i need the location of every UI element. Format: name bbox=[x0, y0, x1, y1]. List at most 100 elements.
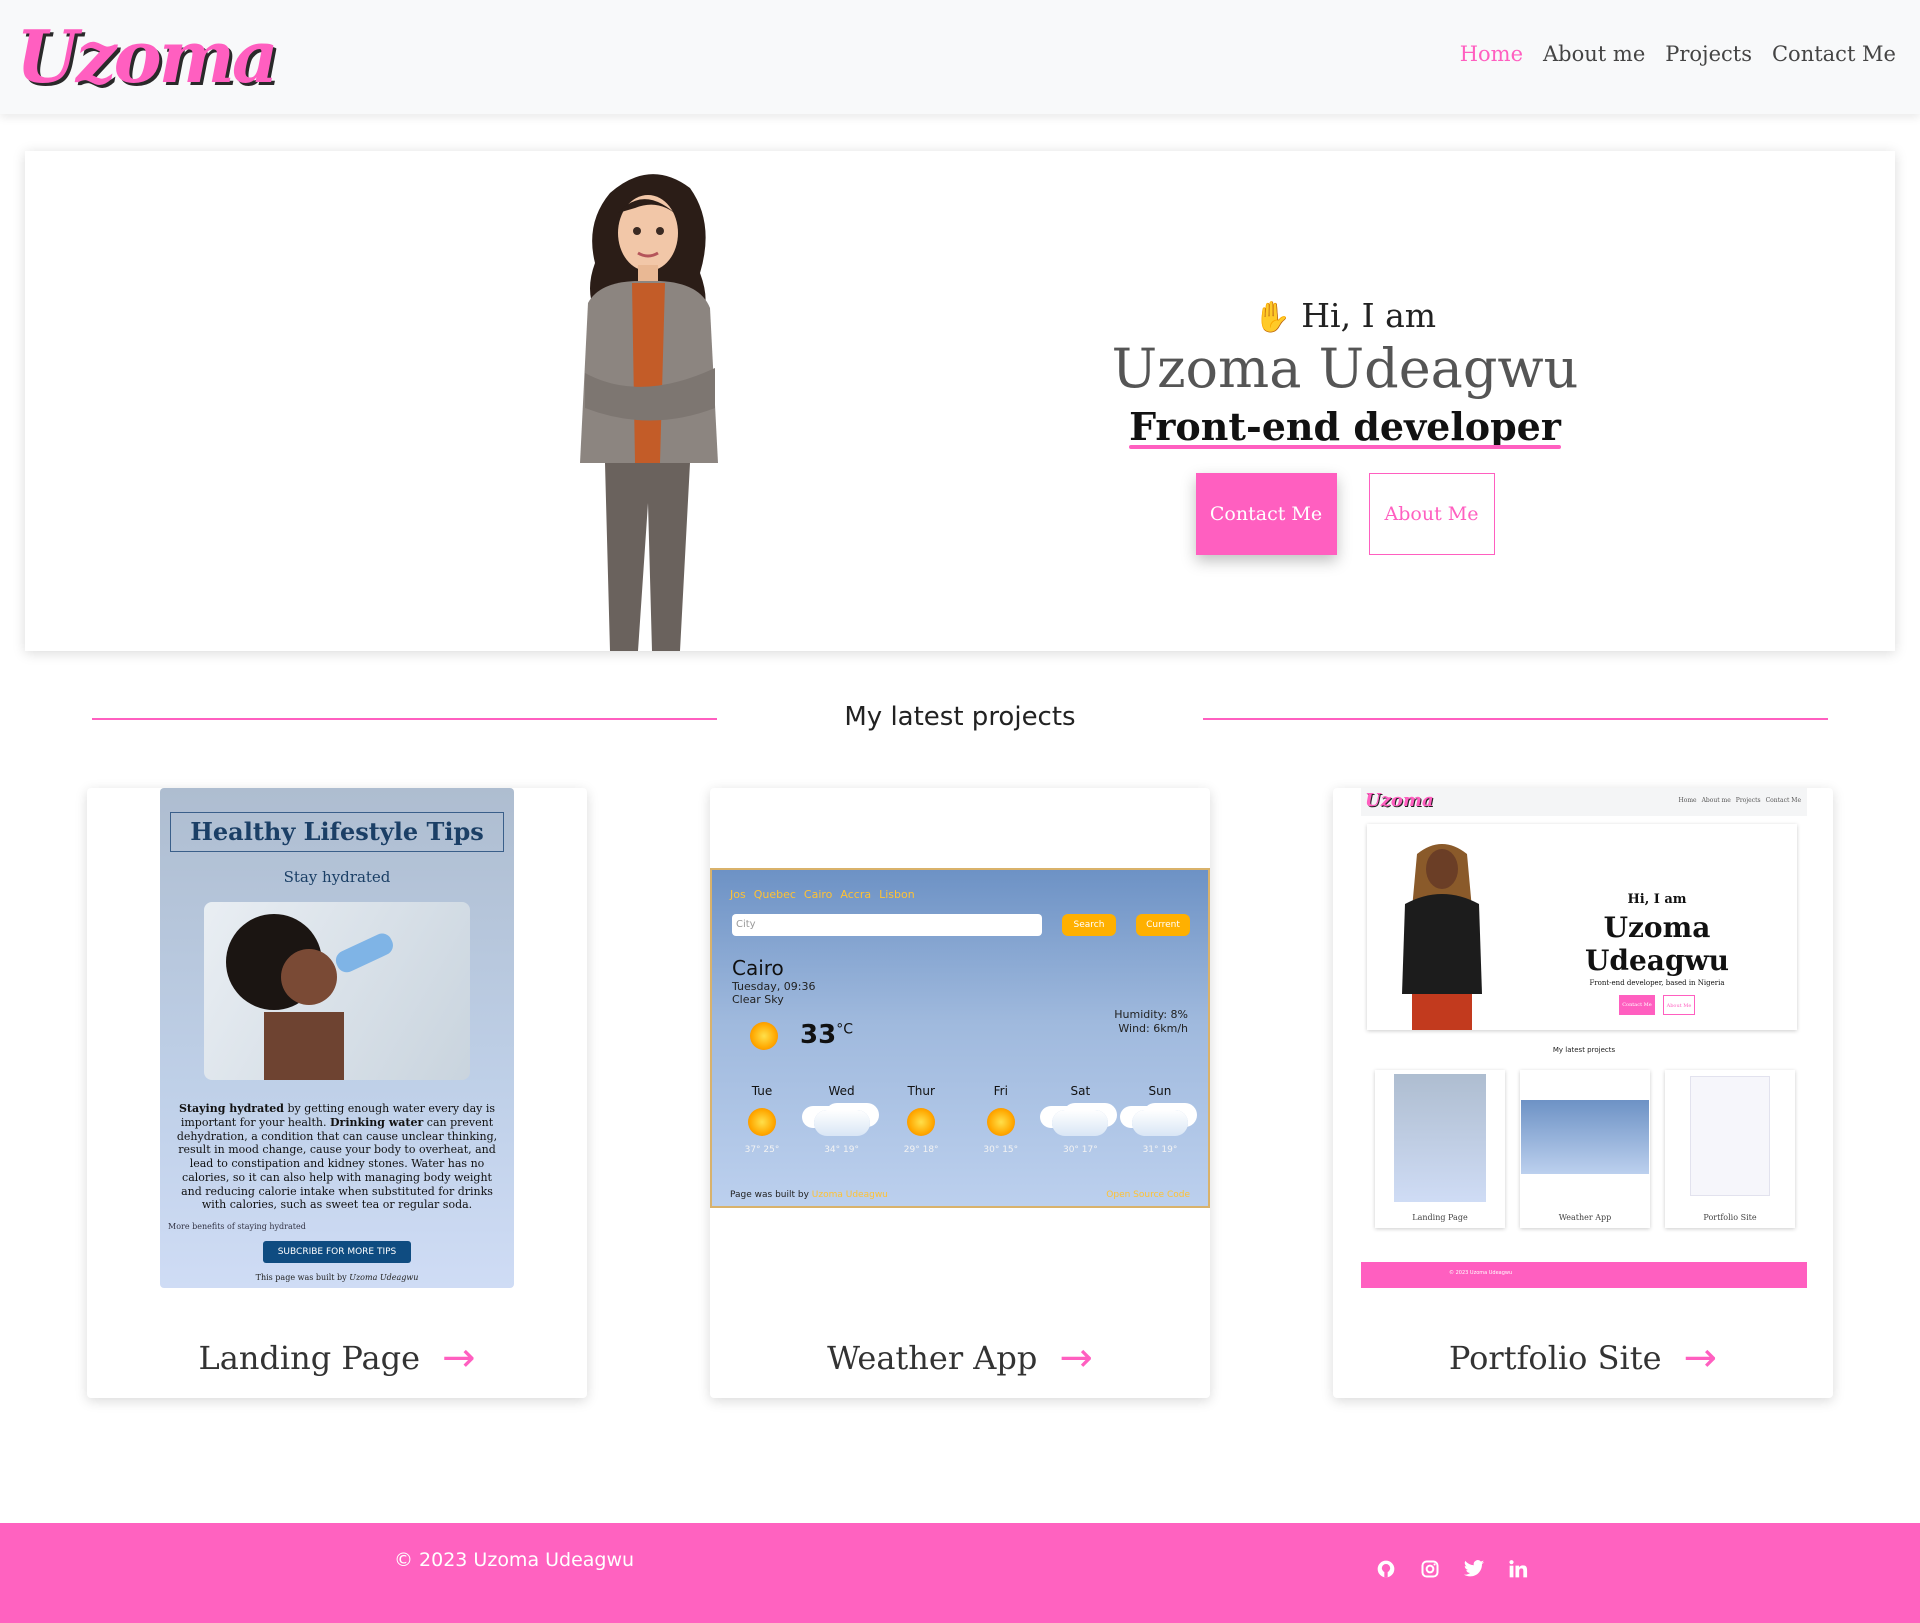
navbar: Uzoma Home About me Projects Contact Me bbox=[0, 0, 1920, 114]
site-footer: © 2023 Uzoma Udeagwu bbox=[0, 1523, 1920, 1623]
github-icon[interactable] bbox=[1374, 1557, 1398, 1581]
logo[interactable]: Uzoma bbox=[16, 14, 279, 99]
forecast-day-label: Sat bbox=[1070, 1084, 1091, 1098]
sun-icon bbox=[750, 1022, 778, 1050]
twitter-icon[interactable] bbox=[1462, 1557, 1486, 1581]
preview-mini-card-label: Portfolio Site bbox=[1703, 1213, 1757, 1222]
forecast-day: Wed 34° 19° bbox=[806, 1084, 878, 1155]
forecast-range: 29° 18° bbox=[903, 1145, 939, 1155]
temperature-unit: °C bbox=[836, 1021, 853, 1038]
about-me-button[interactable]: About Me bbox=[1368, 473, 1495, 555]
preview-person-photo bbox=[1387, 834, 1497, 1030]
preview-body-lead: Staying hydrated bbox=[178, 1102, 284, 1115]
nav-projects[interactable]: Projects bbox=[1665, 42, 1752, 66]
social-links bbox=[1374, 1557, 1530, 1581]
open-source-link: Open Source Code bbox=[1106, 1190, 1190, 1200]
hero-name: Uzoma Udeagwu bbox=[1111, 337, 1579, 400]
linkedin-icon[interactable] bbox=[1506, 1557, 1530, 1581]
forecast-day: Fri 30° 15° bbox=[965, 1084, 1037, 1155]
city-links: Jos Quebec Cairo Accra Lisbon bbox=[730, 888, 915, 901]
weather-date: Tuesday, 09:36 Clear Sky bbox=[732, 980, 815, 1006]
footer-copyright: © 2023 Uzoma Udeagwu bbox=[394, 1549, 635, 1571]
project-card-portfolio-site[interactable]: Uzoma Home About me Projects Contact Me … bbox=[1333, 788, 1833, 1398]
weather-footer-author: Uzoma Udeagwu bbox=[811, 1190, 888, 1200]
greeting-text: Hi, I am bbox=[1301, 296, 1437, 335]
wind: Wind: 6km/h bbox=[1118, 1022, 1188, 1036]
arrow-right-icon[interactable]: → bbox=[1684, 1338, 1718, 1378]
forecast-day: Thur 29° 18° bbox=[885, 1084, 957, 1155]
nav-about-me[interactable]: About me bbox=[1543, 42, 1645, 66]
card-title: Landing Page → bbox=[87, 1338, 587, 1378]
weather-date-text: Tuesday, 09:36 bbox=[732, 980, 816, 993]
hero-section: ✋ Hi, I am Uzoma Udeagwu Front-end develo… bbox=[25, 151, 1895, 651]
preview-body: Staying hydrated by getting enough water… bbox=[170, 1102, 504, 1212]
contact-me-button[interactable]: Contact Me bbox=[1195, 473, 1337, 555]
preview-title: Healthy Lifestyle Tips bbox=[170, 812, 504, 852]
main-nav: Home About me Projects Contact Me bbox=[1460, 42, 1896, 66]
cloud-icon bbox=[1131, 1110, 1188, 1136]
greeting: ✋ Hi, I am bbox=[1025, 296, 1665, 335]
preview-project-cards: Landing Page Weather App Portfolio Site bbox=[1375, 1070, 1795, 1228]
card-title-text: Portfolio Site bbox=[1448, 1339, 1662, 1377]
cloud-icon bbox=[813, 1110, 870, 1136]
sun-icon bbox=[907, 1108, 936, 1136]
project-card-landing-page[interactable]: Healthy Lifestyle Tips Stay hydrated Sta… bbox=[87, 788, 587, 1398]
preview-more-link: More benefits of staying hydrated bbox=[168, 1222, 306, 1231]
weather-city: Cairo bbox=[732, 956, 784, 980]
preview-footer: This page was built by Uzoma Udeagwu bbox=[160, 1273, 514, 1282]
preview-footer-author: Uzoma Udeagwu bbox=[349, 1273, 419, 1282]
preview-logo: Uzoma bbox=[1365, 790, 1434, 811]
forecast: Tue 37° 25° Wed 34° 19° Thur 29° 18° Fri 30°… bbox=[726, 1084, 1196, 1155]
preview-nav-links: Home About me Projects Contact Me bbox=[1678, 797, 1801, 804]
preview-mini-card: Landing Page bbox=[1375, 1070, 1505, 1228]
preview-hero-text: Hi, I am Uzoma Udeagwu Front-end develop… bbox=[1527, 892, 1787, 1015]
preview-hero: Hi, I am Uzoma Udeagwu Front-end develop… bbox=[1367, 824, 1797, 1030]
nav-contact-me[interactable]: Contact Me bbox=[1772, 42, 1896, 66]
preview-about-button: About Me bbox=[1663, 995, 1695, 1015]
card-title: Portfolio Site → bbox=[1333, 1338, 1833, 1378]
preview-navbar: Uzoma Home About me Projects Contact Me bbox=[1361, 788, 1807, 816]
hero-role: Front-end developer bbox=[1129, 404, 1561, 449]
preview-role: Front-end developer, based in Nigeria bbox=[1589, 979, 1725, 987]
forecast-day-label: Sun bbox=[1148, 1084, 1172, 1098]
preview-nav-item: Contact Me bbox=[1765, 797, 1801, 804]
preview-greeting: Hi, I am bbox=[1627, 892, 1687, 907]
arrow-right-icon[interactable]: → bbox=[442, 1338, 476, 1378]
instagram-icon[interactable] bbox=[1418, 1557, 1442, 1581]
city-link: Lisbon bbox=[879, 888, 915, 901]
avatar-illustration bbox=[540, 163, 760, 651]
cloud-icon bbox=[1052, 1110, 1109, 1136]
preview-footer-prefix: This page was built by bbox=[255, 1273, 347, 1282]
forecast-range: 37° 25° bbox=[744, 1145, 780, 1155]
forecast-day-label: Wed bbox=[828, 1084, 855, 1098]
temperature-value: 33 bbox=[800, 1020, 837, 1050]
section-divider-right bbox=[1203, 718, 1828, 720]
drinking-water-photo bbox=[204, 902, 470, 1080]
weather-temperature: 33°C bbox=[800, 1020, 853, 1050]
preview-body-lead2: Drinking water bbox=[330, 1115, 424, 1129]
preview-projects-title: My latest projects bbox=[1552, 1046, 1616, 1054]
section-title: My latest projects bbox=[844, 702, 1076, 732]
city-link: Quebec bbox=[753, 888, 796, 901]
city-link: Accra bbox=[840, 888, 872, 901]
forecast-range: 34° 19° bbox=[824, 1145, 859, 1155]
arrow-right-icon[interactable]: → bbox=[1059, 1338, 1093, 1378]
preview-subtitle: Stay hydrated bbox=[283, 868, 391, 886]
hero-role-text: Front-end developer bbox=[1129, 404, 1561, 449]
forecast-range: 30° 17° bbox=[1062, 1145, 1098, 1155]
project-card-weather-app[interactable]: Jos Quebec Cairo Accra Lisbon City Searc… bbox=[710, 788, 1210, 1398]
preview-footer-copy: © 2023 Uzoma Udeagwu bbox=[1449, 1270, 1513, 1276]
preview-nav-item: Projects bbox=[1735, 797, 1761, 804]
current-button: Current bbox=[1136, 914, 1190, 936]
card-title-text: Weather App bbox=[827, 1339, 1038, 1377]
city-link: Jos bbox=[730, 888, 746, 901]
city-link: Cairo bbox=[803, 888, 833, 901]
preview-mini-card-label: Weather App bbox=[1558, 1213, 1612, 1222]
preview-body-part2: can prevent dehydration, a condition tha… bbox=[176, 1115, 498, 1212]
preview-footer: © 2023 Uzoma Udeagwu bbox=[1361, 1262, 1807, 1288]
preview-mini-card: Portfolio Site bbox=[1665, 1070, 1795, 1228]
forecast-range: 31° 19° bbox=[1142, 1145, 1178, 1155]
forecast-day-label: Tue bbox=[751, 1084, 773, 1098]
nav-home[interactable]: Home bbox=[1460, 42, 1523, 66]
forecast-day: Tue 37° 25° bbox=[726, 1084, 798, 1155]
